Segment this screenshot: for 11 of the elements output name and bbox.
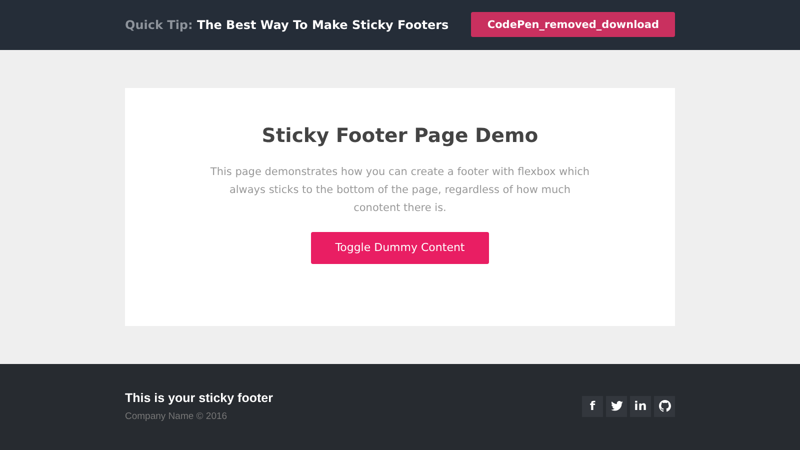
social-link[interactable]: f [582, 396, 603, 417]
description: This page demonstrates how you can create a footer with flexbox which always sticks to the bottom of the page, regardless of how much conotent there is. [209, 164, 591, 216]
download-button[interactable]: CodePen_removed_download [471, 12, 675, 38]
page-title: Sticky Footer Page Demo [262, 124, 538, 147]
github-icon[interactable] [654, 396, 675, 417]
social-link[interactable]: in [630, 396, 651, 417]
quick-tip: Quick Tip: The Best Way To Make Sticky Footers [125, 18, 449, 32]
bird-icon[interactable] [606, 396, 627, 417]
copyright: Company Name © 2016 [125, 410, 228, 422]
footer-title: This is your sticky footer [125, 390, 273, 405]
toggle-button[interactable]: Toggle Dummy Content [311, 232, 489, 264]
